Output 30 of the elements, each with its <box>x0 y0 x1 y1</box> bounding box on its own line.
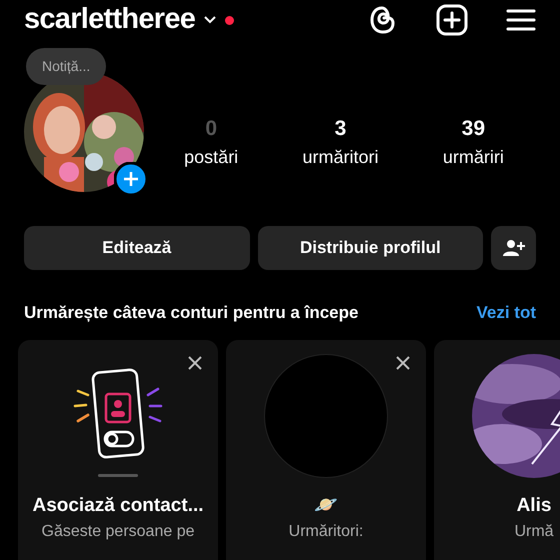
card-subtitle: Urmă <box>514 522 554 542</box>
stat-label[interactable]: urmăritori <box>302 144 379 172</box>
add-story-icon[interactable] <box>114 162 148 196</box>
add-icon[interactable] <box>436 4 468 36</box>
add-person-icon <box>502 239 525 257</box>
stat-count: 39 <box>462 116 485 142</box>
close-icon[interactable] <box>396 356 410 370</box>
stat-count: 3 <box>334 116 346 142</box>
note-bubble[interactable]: Notiță... <box>26 48 106 85</box>
chevron-down-icon[interactable] <box>203 15 218 25</box>
add-person-button[interactable] <box>491 226 536 270</box>
card-title: 🪐 <box>314 494 338 518</box>
stat-count: 0 <box>205 116 218 142</box>
suggestion-card[interactable]: Asociază contact... Găseste persoane pe <box>18 340 218 560</box>
card-title: Alis <box>516 494 552 518</box>
stat-label[interactable]: urmăriri <box>442 144 504 172</box>
suggestion-card[interactable]: Alis Urmă <box>434 340 560 560</box>
see-all-link[interactable]: Vezi tot <box>476 300 536 326</box>
username[interactable]: scarlettheree <box>24 0 196 42</box>
share-profile-button[interactable]: Distribuie profilul <box>258 226 484 270</box>
stat-label[interactable]: postări <box>184 144 238 172</box>
menu-icon[interactable] <box>506 8 536 32</box>
card-subtitle: Urmăritori: <box>288 522 364 542</box>
card-title: Asociază contact... <box>32 494 204 518</box>
suggestion-card[interactable]: 🪐 Urmăritori: <box>226 340 426 560</box>
section-heading: Urmărește câteva conturi pentru a începe <box>24 302 358 324</box>
card-subtitle: Găseste persoane pe <box>42 522 194 542</box>
close-icon[interactable] <box>188 356 202 370</box>
edit-button[interactable]: Editează <box>24 226 250 270</box>
divider-handle <box>98 474 138 476</box>
